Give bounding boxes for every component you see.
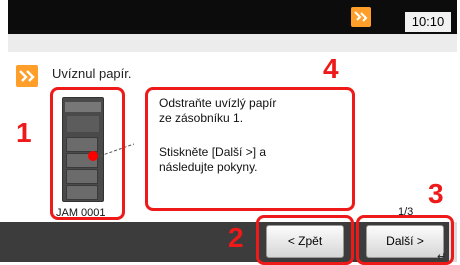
callout-1: 1 [16,117,32,148]
top-bar [8,0,457,34]
highlight-printer [50,87,125,220]
message-title: Uvíznul papír. [52,66,132,81]
status-alert-icon[interactable] [351,7,371,27]
status-bar [8,34,457,52]
highlight-next [356,215,454,265]
clock: 10:10 [405,12,451,32]
callout-4: 4 [323,53,339,84]
highlight-back [256,215,354,265]
callout-3: 3 [428,178,444,209]
callout-2: 2 [228,222,244,253]
highlight-message [145,87,355,211]
paper-jam-icon [16,65,38,87]
